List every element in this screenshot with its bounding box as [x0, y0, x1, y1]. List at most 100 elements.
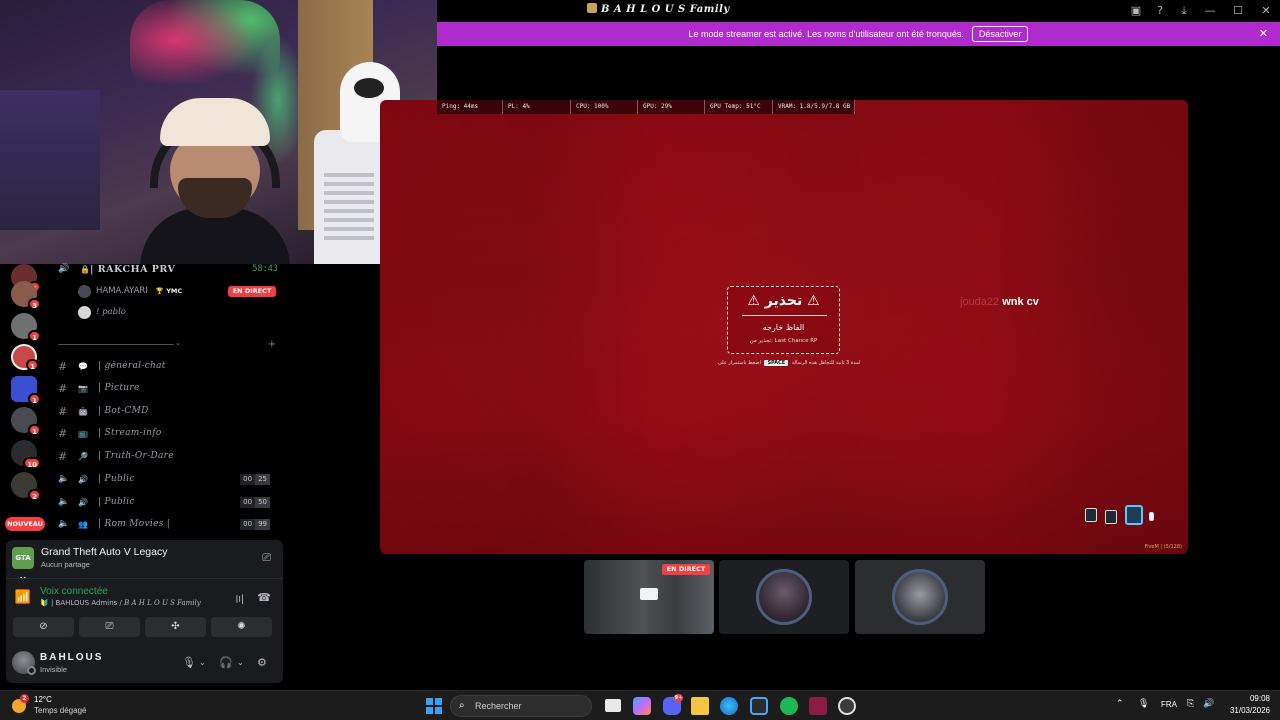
voice-actions: ⊘ ⎚ ✣ ✺ [13, 617, 272, 637]
hud-item-icon [1105, 510, 1117, 524]
perf-packet-loss: PL: 4% [503, 100, 571, 114]
server-badge: 1 [26, 359, 39, 371]
player-chat-line: jouda22 wnk cv [960, 296, 1039, 308]
signal-icon[interactable]: 📶 [12, 587, 34, 609]
minimize-icon[interactable]: — [1196, 0, 1224, 21]
username[interactable]: BAHLOUS [40, 652, 103, 663]
banner-close-icon[interactable]: ✕ [1259, 27, 1268, 40]
text-channel[interactable]: # 🤖 | Bot-CMD [58, 402, 280, 420]
player-message: wnk cv [1002, 296, 1039, 308]
chevron-up-icon[interactable]: ⌃ [1116, 699, 1124, 709]
stream-thumbnail[interactable]: EN DIRECT [584, 560, 714, 634]
language-indicator[interactable]: FRA [1161, 700, 1177, 709]
chevron-down-icon[interactable]: ⌄ [199, 658, 206, 667]
network-icon[interactable]: ⎘ [1187, 699, 1194, 709]
avatar [78, 284, 91, 298]
gear-icon[interactable]: ⚙ [257, 656, 267, 669]
voice-channel[interactable]: 🔈 👥 | Rom Movies | 00 99 [58, 515, 280, 533]
close-icon[interactable]: ✕ [1252, 0, 1280, 21]
weather-temperature[interactable]: 12°C [34, 695, 52, 704]
edge-icon[interactable] [720, 697, 738, 715]
webcam-shelf [0, 90, 100, 230]
headphones-icon[interactable]: 🎧 [219, 656, 233, 669]
volume-icon[interactable]: 🔊 [1203, 699, 1214, 709]
voice-status[interactable]: Voix connectée [40, 586, 108, 597]
perf-ping: Ping: 44ms [437, 100, 503, 114]
text-channel[interactable]: # 📺 | Stream-info [58, 424, 280, 442]
webcam-overlay [0, 0, 437, 264]
server-icon[interactable]: 1 [11, 313, 41, 342]
screen-share-icon[interactable]: ▣ [1124, 0, 1148, 21]
server-icon[interactable]: 3 [11, 281, 41, 310]
add-channel-icon[interactable]: + [268, 339, 276, 350]
text-channel[interactable]: # 💬 | gėnėral-chat [58, 357, 280, 375]
app-icon[interactable] [809, 697, 827, 715]
clock-time[interactable]: 09:08 [1232, 694, 1270, 703]
file-explorer-icon[interactable] [691, 697, 709, 715]
warning-separator [742, 315, 827, 316]
player-name: jouda22 [960, 296, 1000, 308]
server-icon[interactable]: 1 [11, 407, 41, 436]
server-icon[interactable]: 1 [11, 376, 41, 405]
noise-suppression-icon[interactable]: 〣 [234, 591, 245, 607]
maximize-icon[interactable]: ☐ [1224, 0, 1252, 21]
go-live-icon[interactable]: ⎚ [262, 551, 271, 565]
activities-button[interactable]: ✣ [145, 617, 206, 637]
disable-streamer-mode-button[interactable]: Désactiver [971, 26, 1029, 42]
server-icon[interactable]: 1 [11, 344, 39, 371]
weather-condition[interactable]: Temps dégagé [34, 706, 86, 715]
voice-channel-active[interactable]: 🔊 🔒 | RAKCHA PRV 58:43 [58, 260, 280, 278]
voice-location[interactable]: 🔰 | BAHLOUS Admins / B A H L O U S Famil… [40, 599, 201, 607]
camera-toggle-button[interactable]: ⊘ [13, 617, 74, 637]
microphone-icon[interactable]: 🎙 [182, 656, 196, 669]
channel-emoji: 👥 [78, 519, 88, 529]
download-icon[interactable]: ⤓ [1172, 0, 1196, 21]
user-max: 99 [255, 518, 270, 530]
channel-name: | gėnėral-chat [98, 361, 166, 371]
chevron-down-icon[interactable]: ⌄ [237, 658, 244, 667]
fivem-icon[interactable] [838, 697, 856, 715]
server-badge: 2 [28, 489, 41, 501]
voice-member[interactable]: ! pablo [78, 303, 126, 321]
member-tag: 🏆 YMC [155, 287, 183, 295]
participant-tile[interactable] [855, 560, 985, 634]
hud-item-icon [1149, 512, 1154, 521]
voice-channel[interactable]: 🔈 🔊 | Public 00 25 [58, 470, 280, 488]
task-view-icon[interactable] [605, 699, 621, 712]
server-icon[interactable]: 10 [11, 440, 41, 469]
voice-member[interactable]: HAMA.AYARI 🏆 YMC [78, 282, 182, 300]
webcam-person [140, 78, 290, 264]
avatar [756, 569, 812, 625]
warning-hint-post: لمدة 3 ثانية للتجاهل هذه الرسالة [791, 360, 861, 366]
server-icon[interactable]: 2 [11, 472, 41, 501]
voice-channel[interactable]: 🔈 🔊 | Public 00 50 [58, 493, 280, 511]
search-box[interactable]: ⌕ Rechercher [450, 695, 592, 717]
windows-start-icon[interactable] [426, 698, 442, 714]
text-channel[interactable]: # 🔎 | Truth-Or-Dare [58, 447, 280, 465]
avatar [892, 569, 948, 625]
store-icon[interactable] [750, 697, 768, 715]
stream-view[interactable]: Ping: 44ms PL: 4% CPU: 100% GPU: 29% GPU… [380, 100, 1188, 554]
game-hud [1085, 496, 1160, 546]
chevron-down-icon[interactable]: ⌄ [175, 339, 181, 347]
clock-date[interactable]: 31/03/2026 [1216, 706, 1270, 715]
titlebar-controls: ▣ ? ⤓ — ☐ ✕ [1124, 0, 1280, 21]
microphone-icon[interactable]: 🎙 [1138, 699, 1149, 709]
warning-issuer: تحذير من: Last Chance RP [749, 338, 818, 344]
live-badge[interactable]: EN DIRECT [228, 286, 276, 297]
speaker-icon: 🔊 [58, 264, 70, 274]
copilot-icon[interactable] [633, 697, 651, 715]
window-title-text: B A H L O U S Family [601, 4, 730, 15]
spotify-icon[interactable] [780, 697, 798, 715]
channel-emoji: 🔊 [78, 474, 88, 484]
screen-share-button[interactable]: ⎚ [79, 617, 140, 637]
soundboard-button[interactable]: ✺ [211, 617, 272, 637]
disconnect-icon[interactable]: ☎ [257, 591, 271, 604]
help-icon[interactable]: ? [1148, 0, 1172, 21]
participant-tile[interactable] [719, 560, 849, 634]
user-limit: 00 25 [240, 473, 270, 485]
text-channel[interactable]: # 📷 | Picture [58, 379, 280, 397]
webcam-cap [160, 98, 270, 146]
new-server-badge[interactable]: NOUVEAU [5, 517, 45, 531]
search-icon: ⌕ [459, 700, 465, 711]
